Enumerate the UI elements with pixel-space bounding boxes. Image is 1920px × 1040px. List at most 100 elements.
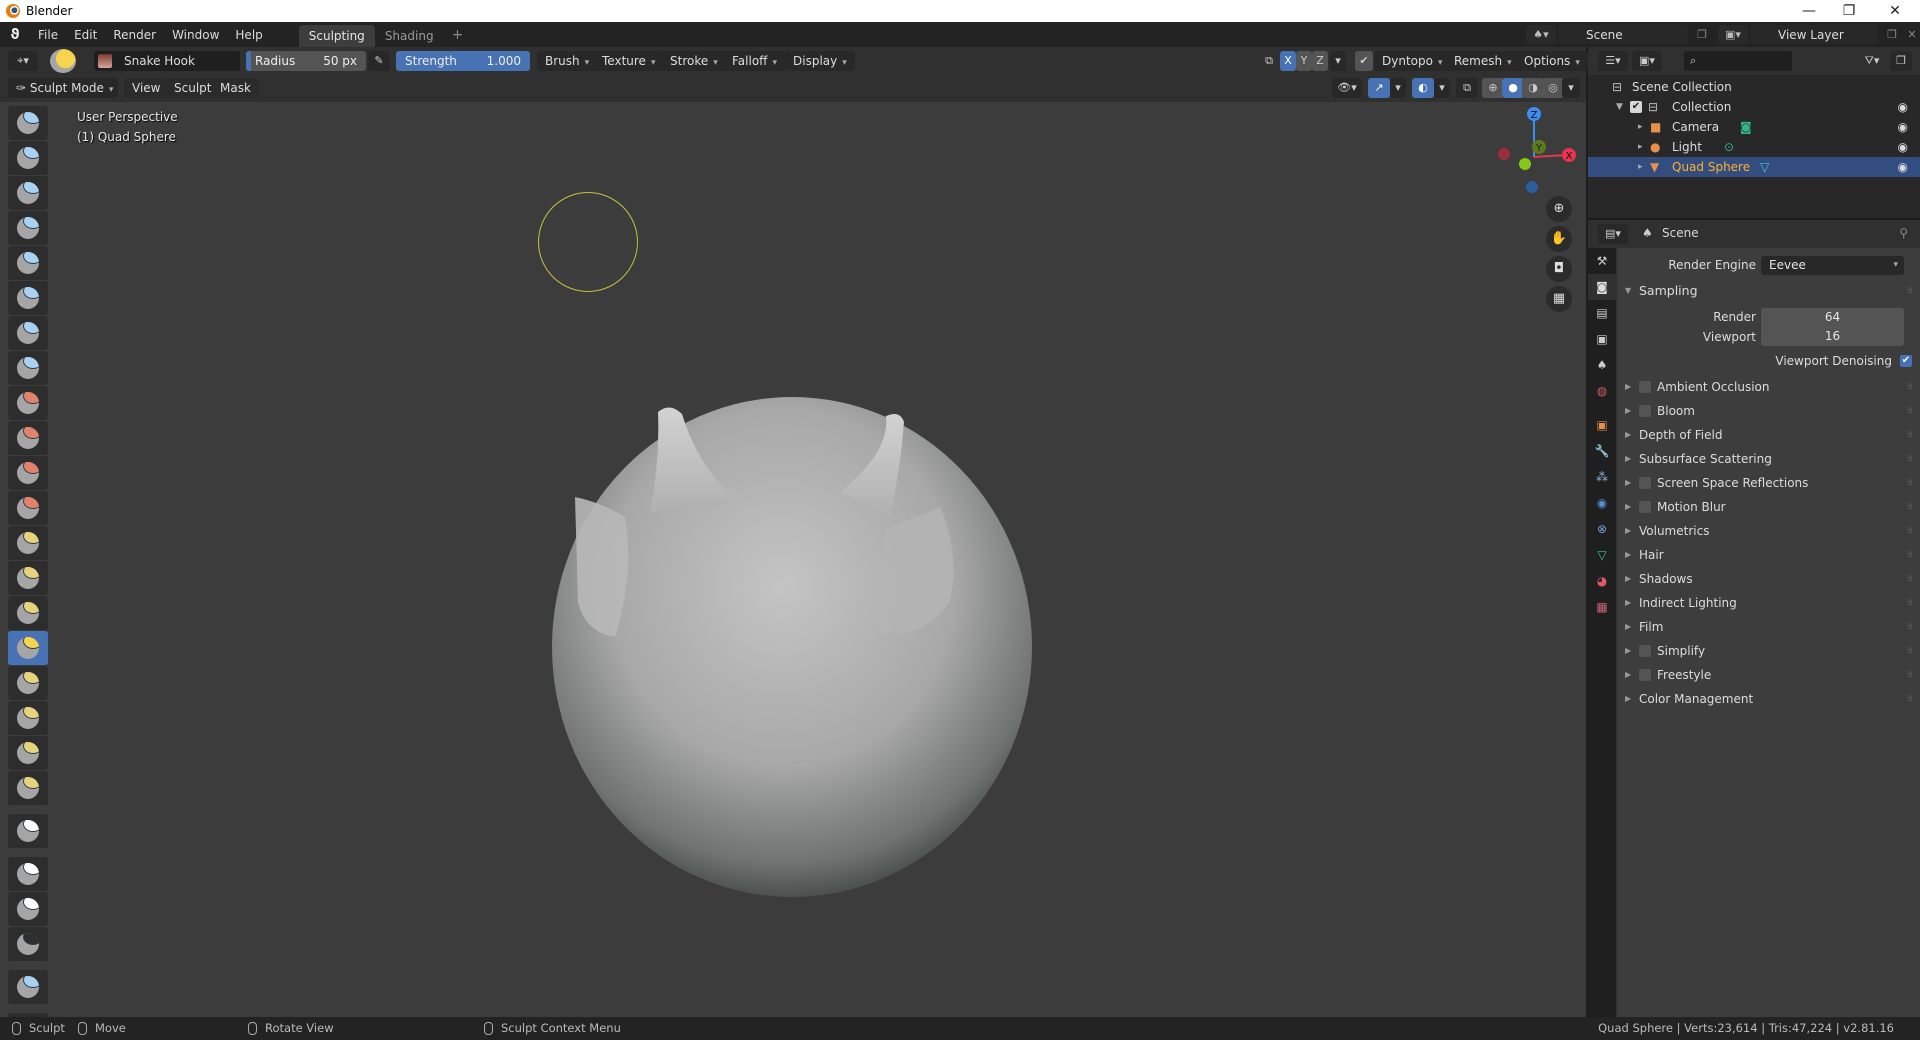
filter-icon[interactable]: ⛛▾ <box>1858 51 1886 71</box>
expand-arrow-icon[interactable]: ▶ <box>1625 640 1631 662</box>
dyntopo-menu[interactable]: Dyntopo ▾ <box>1374 51 1451 71</box>
strength-slider[interactable]: Strength 1.000 <box>396 51 530 71</box>
expand-arrow-icon[interactable]: ▸ <box>1638 157 1643 177</box>
texture-menu[interactable]: Texture ▾ <box>594 51 664 71</box>
panel-shadows[interactable]: ▶ Shadows ⁞⁞⁞ <box>1617 568 1920 590</box>
properties-tab-world-icon[interactable]: ◍ <box>1588 378 1616 404</box>
brush-menu[interactable]: Brush ▾ <box>537 51 598 71</box>
scene-name[interactable]: Scene <box>1586 28 1623 42</box>
panel-enable-checkbox[interactable] <box>1639 405 1651 417</box>
dyntopo-checkbox[interactable]: ✔ <box>1355 51 1373 71</box>
workspace-tab-sculpting[interactable]: Sculpting <box>298 25 375 47</box>
new-scene-icon[interactable]: ❐ <box>1692 25 1712 44</box>
panel-sampling[interactable]: ▼ Sampling ⁞⁞⁞ <box>1617 280 1920 302</box>
view-layer-selector[interactable]: ▣▾ View Layer ❐ ✕ <box>1718 25 1917 44</box>
scene-selector[interactable]: ♠▾ Scene ❐ ✕ <box>1526 25 1727 44</box>
menu-file[interactable]: File <box>30 25 66 45</box>
outliner-scene-collection[interactable]: ⊟ Scene Collection <box>1588 77 1920 97</box>
falloff-menu[interactable]: Falloff ▾ <box>724 51 785 71</box>
panel-film[interactable]: ▶ Film ⁞⁞⁞ <box>1617 616 1920 638</box>
xray-toggle-icon[interactable]: ⧉ <box>1456 78 1478 98</box>
panel-motion-blur[interactable]: ▶ Motion Blur ⁞⁞⁞ <box>1617 496 1920 518</box>
drag-grip-icon[interactable]: ⁞⁞⁞ <box>1907 592 1913 614</box>
blender-menu-icon[interactable]: ϑ <box>0 27 30 43</box>
panel-bloom[interactable]: ▶ Bloom ⁞⁞⁞ <box>1617 400 1920 422</box>
maximize-button[interactable]: ❐ <box>1826 0 1872 22</box>
gizmo-neg-y[interactable] <box>1519 158 1531 170</box>
light-data-icon[interactable]: ⊙ <box>1724 137 1734 157</box>
rendered-shading-icon[interactable]: ◎ <box>1542 78 1564 98</box>
remesh-menu[interactable]: Remesh ▾ <box>1446 51 1520 71</box>
tool-layer[interactable] <box>8 246 48 280</box>
panel-freestyle[interactable]: ▶ Freestyle ⁞⁞⁞ <box>1617 664 1920 686</box>
symmetry-y-toggle[interactable]: Y <box>1296 51 1312 71</box>
properties-tab-material-icon[interactable]: ◕ <box>1588 568 1616 594</box>
options-menu[interactable]: Options ▾ <box>1516 51 1588 71</box>
panel-enable-checkbox[interactable] <box>1639 645 1651 657</box>
tool-simplify[interactable] <box>8 814 48 848</box>
stroke-menu[interactable]: Stroke ▾ <box>662 51 726 71</box>
properties-tab-render-icon[interactable]: ◙ <box>1588 274 1616 300</box>
tool-fill[interactable] <box>8 456 48 490</box>
drag-grip-icon[interactable]: ⁞⁞⁞ <box>1907 448 1913 470</box>
viewport-denoising-checkbox[interactable]: ✔ <box>1900 355 1912 367</box>
display-menu[interactable]: Display ▾ <box>785 51 855 71</box>
visibility-selectability-icon[interactable]: 👁▾ <box>1332 78 1362 98</box>
tool-elastic-deform[interactable] <box>8 596 48 630</box>
ortho-toggle-icon[interactable]: ▦ <box>1546 286 1572 312</box>
expand-arrow-icon[interactable]: ▶ <box>1625 616 1631 638</box>
tool-draw-sharp[interactable] <box>8 141 48 175</box>
overlays-dropdown[interactable]: ▾ <box>1434 78 1450 98</box>
tool-thumb[interactable] <box>8 666 48 700</box>
symmetry-z-toggle[interactable]: Z <box>1312 51 1328 71</box>
visibility-eye-icon[interactable]: ◉ <box>1898 97 1908 117</box>
collection-checkbox[interactable]: ✔ <box>1630 101 1642 113</box>
properties-tab-scene-icon[interactable]: ♠ <box>1588 352 1616 378</box>
properties-tab-particles-icon[interactable]: ⁂ <box>1588 464 1616 490</box>
panel-volumetrics[interactable]: ▶ Volumetrics ⁞⁞⁞ <box>1617 520 1920 542</box>
menu-render[interactable]: Render <box>105 25 164 45</box>
expand-arrow-icon[interactable]: ▶ <box>1625 448 1631 470</box>
active-brush-icon[interactable] <box>50 49 76 73</box>
tool-crease[interactable] <box>8 351 48 385</box>
visibility-eye-icon[interactable]: ◉ <box>1898 117 1908 137</box>
shading-dropdown[interactable]: ▾ <box>1562 78 1580 98</box>
menu-help[interactable]: Help <box>227 25 270 45</box>
expand-arrow-icon[interactable]: ▸ <box>1638 137 1643 157</box>
drag-grip-icon[interactable]: ⁞⁞⁞ <box>1907 376 1913 398</box>
pressure-radius-icon[interactable]: ✎ <box>368 51 390 71</box>
panel-screen-space-reflections[interactable]: ▶ Screen Space Reflections ⁞⁞⁞ <box>1617 472 1920 494</box>
properties-tab-data-icon[interactable]: ▽ <box>1588 542 1616 568</box>
expand-arrow-icon[interactable]: ▸ <box>1638 117 1643 137</box>
overlays-toggle-icon[interactable]: ◐ <box>1412 78 1434 98</box>
camera-data-icon[interactable]: ◙ <box>1740 117 1752 137</box>
outliner-item-quad-sphere[interactable]: ▸ ▼ Quad Sphere ▽ ◉ <box>1588 157 1920 177</box>
drag-grip-icon[interactable]: ⁞⁞⁞ <box>1907 472 1913 494</box>
tool-blob[interactable] <box>8 316 48 350</box>
drag-grip-icon[interactable]: ⁞⁞⁞ <box>1907 400 1913 422</box>
tool-pose[interactable] <box>8 701 48 735</box>
outliner-item-collection[interactable]: ▼ ✔ ⊟ Collection ◉ <box>1588 97 1920 117</box>
menu-edit[interactable]: Edit <box>66 25 105 45</box>
visibility-eye-icon[interactable]: ◉ <box>1898 157 1908 177</box>
panel-enable-checkbox[interactable] <box>1639 501 1651 513</box>
new-collection-icon[interactable]: ❐ <box>1890 51 1912 71</box>
properties-tab-object-icon[interactable]: ▣ <box>1588 412 1616 438</box>
tool-box-mask[interactable] <box>8 892 48 926</box>
properties-tab-texture-icon[interactable]: ▦ <box>1588 594 1616 620</box>
outliner-editor-type-icon[interactable]: ☰▾ <box>1598 51 1628 71</box>
mesh-data-icon[interactable]: ▽ <box>1760 157 1769 177</box>
properties-tab-modifiers-icon[interactable]: 🔧 <box>1588 438 1616 464</box>
panel-subsurface-scattering[interactable]: ▶ Subsurface Scattering ⁞⁞⁞ <box>1617 448 1920 470</box>
view-layer-name[interactable]: View Layer <box>1778 28 1844 42</box>
drag-grip-icon[interactable]: ⁞⁞⁞ <box>1907 424 1913 446</box>
display-mode-icon[interactable]: ▣▾ <box>1632 51 1662 71</box>
scene-icon[interactable]: ♠▾ <box>1526 25 1556 44</box>
render-samples-field[interactable]: 64 <box>1761 308 1904 327</box>
panel-enable-checkbox[interactable] <box>1639 669 1651 681</box>
expand-arrow-icon[interactable]: ▶ <box>1625 592 1631 614</box>
tool-box-hide[interactable] <box>8 927 48 961</box>
close-button[interactable]: ✕ <box>1872 0 1918 22</box>
drag-grip-icon[interactable]: ⁞⁞⁞ <box>1907 640 1913 662</box>
menu-window[interactable]: Window <box>164 25 227 45</box>
